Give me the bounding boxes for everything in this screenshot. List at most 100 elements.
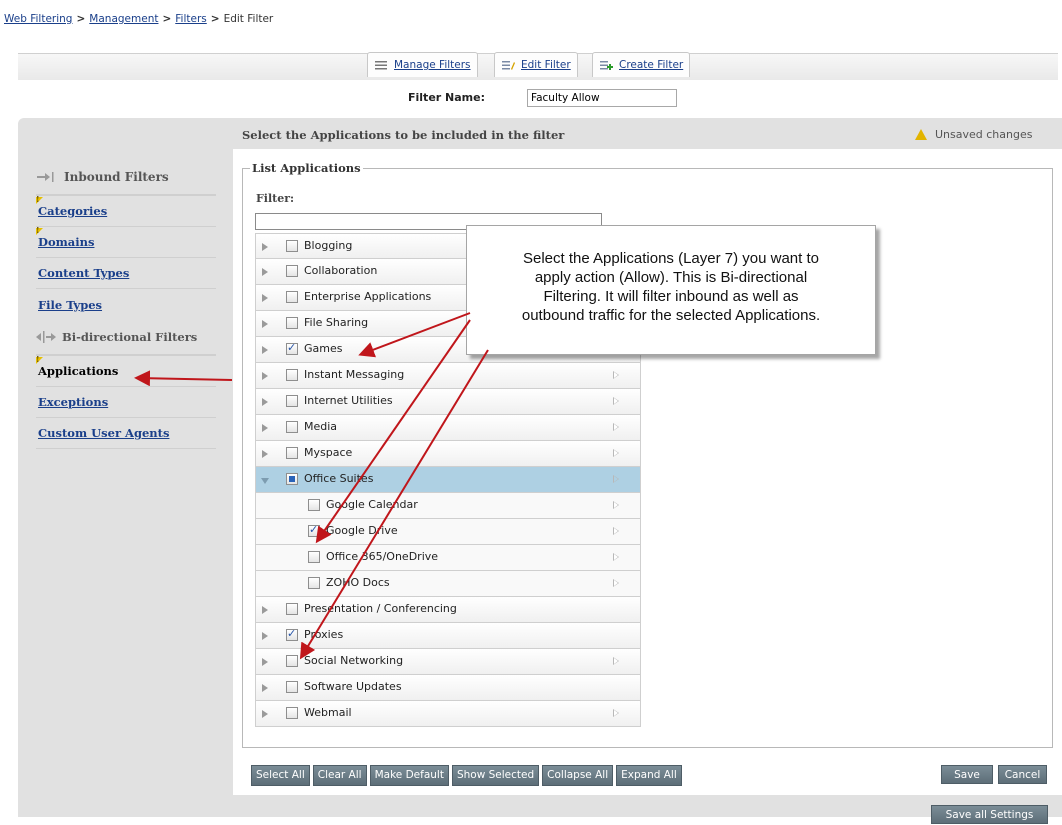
breadcrumb-management[interactable]: Management xyxy=(89,13,158,25)
details-arrow-icon[interactable] xyxy=(613,475,619,483)
list-item-label: Enterprise Applications xyxy=(304,290,432,303)
select-all-button[interactable]: Select All xyxy=(251,765,310,786)
checkbox[interactable] xyxy=(286,707,298,719)
tab-manage-filters[interactable]: Manage Filters xyxy=(367,52,478,77)
expand-arrow-icon[interactable] xyxy=(262,372,268,380)
save-all-settings-button[interactable]: Save all Settings xyxy=(931,805,1048,824)
list-item-social-networking[interactable]: Social Networking xyxy=(255,649,641,675)
expand-arrow-icon[interactable] xyxy=(262,606,268,614)
checkbox[interactable] xyxy=(286,473,298,485)
checkbox[interactable] xyxy=(308,551,320,563)
expand-all-button[interactable]: Expand All xyxy=(616,765,682,786)
list-item-webmail[interactable]: Webmail xyxy=(255,701,641,727)
list-item-proxies[interactable]: Proxies xyxy=(255,623,641,649)
checkbox[interactable] xyxy=(308,499,320,511)
checkbox[interactable] xyxy=(286,240,298,252)
checkbox[interactable] xyxy=(286,291,298,303)
sidebar-item-label: File Types xyxy=(38,297,103,312)
inbound-filters-label: Inbound Filters xyxy=(64,170,169,184)
details-arrow-icon[interactable] xyxy=(613,397,619,405)
breadcrumb-separator: > xyxy=(162,13,172,25)
sidebar-item-label: Domains xyxy=(38,235,95,249)
list-item-media[interactable]: Media xyxy=(255,415,641,441)
list-item-google-calendar[interactable]: Google Calendar xyxy=(255,493,641,519)
checkbox[interactable] xyxy=(286,655,298,667)
details-arrow-icon[interactable] xyxy=(613,501,619,509)
list-item-google-drive[interactable]: Google Drive xyxy=(255,519,641,545)
list-item-label: Media xyxy=(304,420,338,433)
list-item-presentation-conferencing[interactable]: Presentation / Conferencing xyxy=(255,597,641,623)
details-arrow-icon[interactable] xyxy=(613,527,619,535)
collapse-all-button[interactable]: Collapse All xyxy=(542,765,614,786)
sidebar-item-custom-user-agents[interactable]: Custom User Agents xyxy=(36,418,216,449)
list-actions-bar: Select All Clear All Make Default Show S… xyxy=(251,765,682,786)
checkbox[interactable] xyxy=(286,369,298,381)
bidirectional-arrow-icon xyxy=(36,331,56,343)
checkbox[interactable] xyxy=(286,681,298,693)
checkbox[interactable] xyxy=(286,317,298,329)
checkbox[interactable] xyxy=(286,395,298,407)
inbound-arrow-icon xyxy=(37,172,54,182)
checkbox[interactable] xyxy=(308,577,320,589)
details-arrow-icon[interactable] xyxy=(613,553,619,561)
tab-edit-filter[interactable]: Edit Filter xyxy=(494,52,578,77)
expand-arrow-icon[interactable] xyxy=(262,320,268,328)
expand-arrow-icon[interactable] xyxy=(262,450,268,458)
tab-label: Manage Filters xyxy=(394,59,471,71)
expand-arrow-icon[interactable] xyxy=(262,268,268,276)
list-item-software-updates[interactable]: Software Updates xyxy=(255,675,641,701)
checkbox[interactable] xyxy=(286,447,298,459)
details-arrow-icon[interactable] xyxy=(613,579,619,587)
tab-create-filter[interactable]: Create Filter xyxy=(592,52,691,77)
expand-arrow-icon[interactable] xyxy=(262,684,268,692)
list-item-instant-messaging[interactable]: Instant Messaging xyxy=(255,363,641,389)
list-applications-legend: List Applications xyxy=(250,161,363,175)
sidebar-item-content-types[interactable]: Content Types xyxy=(36,258,216,289)
make-default-button[interactable]: Make Default xyxy=(369,765,449,786)
sidebar-item-exceptions[interactable]: Exceptions xyxy=(36,387,216,418)
bidirectional-filters-label: Bi-directional Filters xyxy=(62,330,198,344)
details-arrow-icon[interactable] xyxy=(613,423,619,431)
list-item-office-365-onedrive[interactable]: Office 365/OneDrive xyxy=(255,545,641,571)
list-item-label: Webmail xyxy=(304,706,352,719)
save-button[interactable]: Save xyxy=(941,765,993,784)
checkbox[interactable] xyxy=(286,265,298,277)
breadcrumb-web-filtering[interactable]: Web Filtering xyxy=(4,13,72,25)
show-selected-button[interactable]: Show Selected xyxy=(451,765,540,786)
expand-arrow-icon[interactable] xyxy=(262,346,268,354)
expand-arrow-icon[interactable] xyxy=(262,398,268,406)
expand-arrow-icon[interactable] xyxy=(262,243,268,251)
list-item-internet-utilities[interactable]: Internet Utilities xyxy=(255,389,641,415)
checkbox[interactable] xyxy=(286,421,298,433)
checkbox[interactable] xyxy=(286,627,298,641)
expand-arrow-icon[interactable] xyxy=(262,710,268,718)
checkbox[interactable] xyxy=(308,523,320,537)
sidebar-item-label: Custom User Agents xyxy=(38,426,170,440)
expand-arrow-icon[interactable] xyxy=(262,294,268,302)
list-item-label: Google Drive xyxy=(326,524,398,537)
checkbox[interactable] xyxy=(286,603,298,615)
sidebar-item-categories[interactable]: Categories xyxy=(36,194,216,227)
expand-arrow-icon[interactable] xyxy=(262,632,268,640)
sidebar-item-applications[interactable]: Applications xyxy=(36,354,216,387)
list-item-label: Games xyxy=(304,342,343,355)
sidebar-item-domains[interactable]: Domains xyxy=(36,225,216,258)
filter-name-input[interactable] xyxy=(527,89,677,107)
bidirectional-filters-heading: Bi-directional Filters xyxy=(36,320,216,356)
details-arrow-icon[interactable] xyxy=(613,709,619,717)
list-item-office-suites[interactable]: Office Suites xyxy=(255,467,641,493)
list-item-myspace[interactable]: Myspace xyxy=(255,441,641,467)
expand-arrow-icon[interactable] xyxy=(262,424,268,432)
collapse-arrow-icon[interactable] xyxy=(261,478,269,484)
breadcrumb-filters[interactable]: Filters xyxy=(175,13,206,25)
expand-arrow-icon[interactable] xyxy=(262,658,268,666)
details-arrow-icon[interactable] xyxy=(613,449,619,457)
sidebar-item-file-types[interactable]: File Types xyxy=(36,289,216,320)
checkbox[interactable] xyxy=(286,341,298,355)
details-arrow-icon[interactable] xyxy=(613,371,619,379)
details-arrow-icon[interactable] xyxy=(613,657,619,665)
clear-all-button[interactable]: Clear All xyxy=(312,765,367,786)
cancel-button[interactable]: Cancel xyxy=(998,765,1047,784)
list-item-zoho-docs[interactable]: ZOHO Docs xyxy=(255,571,641,597)
panel-title: Select the Applications to be included i… xyxy=(242,128,565,142)
